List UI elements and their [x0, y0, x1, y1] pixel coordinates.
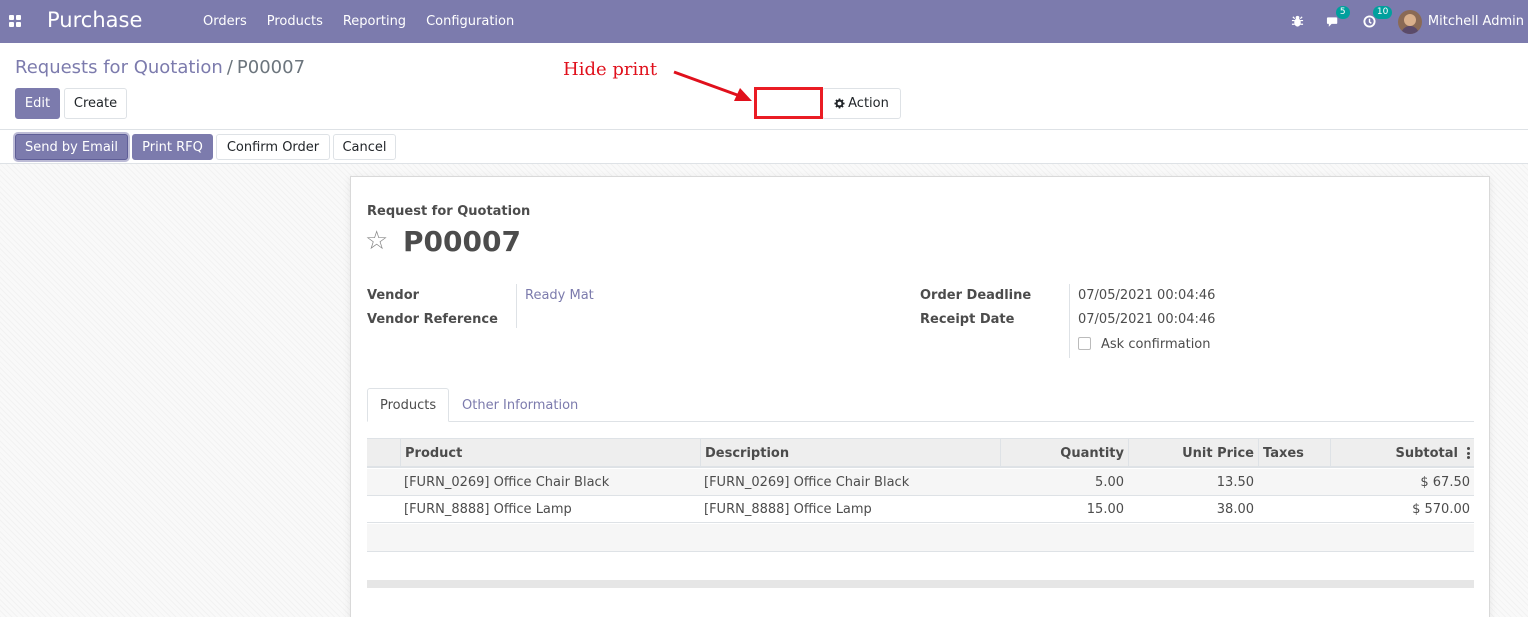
- cell-description: [FURN_0269] Office Chair Black: [704, 475, 910, 490]
- breadcrumb-parent[interactable]: Requests for Quotation: [15, 57, 223, 78]
- column-header-unit-price[interactable]: Unit Price: [1128, 439, 1258, 467]
- cell-unit-price: 38.00: [1216, 502, 1254, 517]
- app-name[interactable]: Purchase: [47, 8, 142, 32]
- user-name: Mitchell Admin: [1427, 14, 1524, 29]
- form-sheet: Request for Quotation ☆ P00007 Vendor Ve…: [350, 176, 1490, 617]
- vendor-reference-label: Vendor Reference: [367, 312, 498, 327]
- control-panel-divider: [0, 129, 1528, 130]
- user-avatar: [1397, 9, 1422, 34]
- table-footer: [367, 580, 1474, 588]
- gear-icon: [834, 98, 845, 109]
- column-header-taxes[interactable]: Taxes: [1258, 439, 1330, 467]
- cell-product: [FURN_8888] Office Lamp: [404, 502, 572, 517]
- optional-columns-kebab-icon[interactable]: [1467, 447, 1470, 459]
- breadcrumb-current: P00007: [236, 57, 306, 78]
- left-group-separator: [516, 284, 517, 328]
- apps-menu-icon[interactable]: [9, 15, 21, 27]
- column-header-product[interactable]: Product: [400, 439, 700, 467]
- cell-product: [FURN_0269] Office Chair Black: [404, 475, 610, 490]
- messages-badge: 5: [1335, 5, 1350, 19]
- messages-icon[interactable]: 5: [1326, 5, 1350, 29]
- send-by-email-button[interactable]: Send by Email: [15, 134, 128, 160]
- right-group-separator: [1069, 284, 1070, 358]
- annotation-highlight-box: [754, 87, 823, 119]
- receipt-date-value: 07/05/2021 00:04:46: [1078, 312, 1216, 327]
- action-label: Action: [848, 96, 889, 111]
- cell-quantity: 5.00: [1095, 475, 1124, 490]
- star-icon[interactable]: ☆: [365, 227, 388, 255]
- handle-column-header: [367, 439, 401, 467]
- cell-unit-price: 13.50: [1216, 475, 1254, 490]
- table-header: Product Description Quantity Unit Price …: [367, 438, 1474, 468]
- column-header-description[interactable]: Description: [700, 439, 1000, 467]
- debug-bug-icon[interactable]: [1291, 15, 1304, 28]
- main-menu: Orders Products Reporting Configuration: [203, 0, 534, 43]
- tab-products[interactable]: Products: [367, 388, 450, 422]
- order-deadline-label: Order Deadline: [920, 288, 1032, 303]
- menu-orders[interactable]: Orders: [203, 14, 247, 29]
- cell-subtotal: $ 67.50: [1420, 475, 1470, 490]
- cancel-button[interactable]: Cancel: [333, 134, 396, 160]
- top-navbar: Purchase Orders Products Reporting Confi…: [0, 0, 1528, 43]
- form-title-label: Request for Quotation: [367, 204, 531, 219]
- activities-clock-icon[interactable]: 10: [1363, 6, 1393, 28]
- create-button[interactable]: Create: [64, 88, 127, 119]
- user-menu[interactable]: Mitchell Admin: [1397, 9, 1524, 34]
- annotation-text: Hide print: [563, 59, 658, 80]
- cell-subtotal: $ 570.00: [1412, 502, 1470, 517]
- notebook-tabs: Products Other Information: [367, 388, 1474, 422]
- breadcrumb: Requests for Quotation / P00007: [15, 57, 305, 78]
- edit-button[interactable]: Edit: [15, 88, 60, 119]
- menu-configuration[interactable]: Configuration: [426, 14, 514, 29]
- confirm-order-button[interactable]: Confirm Order: [216, 134, 330, 160]
- ask-confirmation-label: Ask confirmation: [1101, 337, 1211, 352]
- table-row[interactable]: [FURN_0269] Office Chair Black [FURN_026…: [367, 469, 1474, 496]
- receipt-date-label: Receipt Date: [920, 312, 1015, 327]
- vendor-label: Vendor: [367, 288, 420, 303]
- activities-badge: 10: [1372, 6, 1393, 19]
- print-rfq-button[interactable]: Print RFQ: [132, 134, 213, 160]
- column-header-subtotal[interactable]: Subtotal: [1330, 439, 1474, 467]
- vendor-value[interactable]: Ready Mat: [525, 288, 594, 303]
- menu-reporting[interactable]: Reporting: [343, 14, 406, 29]
- cell-taxes: [1258, 496, 1330, 523]
- cell-taxes: [1258, 469, 1330, 496]
- order-name: P00007: [403, 225, 521, 258]
- empty-table-row: [367, 524, 1474, 552]
- cell-description: [FURN_8888] Office Lamp: [704, 502, 872, 517]
- column-header-quantity[interactable]: Quantity: [1000, 439, 1128, 467]
- action-dropdown-button[interactable]: Action: [822, 88, 901, 119]
- ask-confirmation-checkbox[interactable]: [1078, 337, 1091, 350]
- tab-other-information[interactable]: Other Information: [450, 388, 590, 422]
- order-deadline-value: 07/05/2021 00:04:46: [1078, 288, 1216, 303]
- systray: 5 10 Mitchell Admin: [1291, 0, 1528, 43]
- menu-products[interactable]: Products: [267, 14, 323, 29]
- table-row[interactable]: [FURN_8888] Office Lamp [FURN_8888] Offi…: [367, 496, 1474, 523]
- breadcrumb-separator: /: [226, 57, 233, 78]
- annotation-arrow-icon: [673, 70, 752, 101]
- cell-quantity: 15.00: [1086, 502, 1124, 517]
